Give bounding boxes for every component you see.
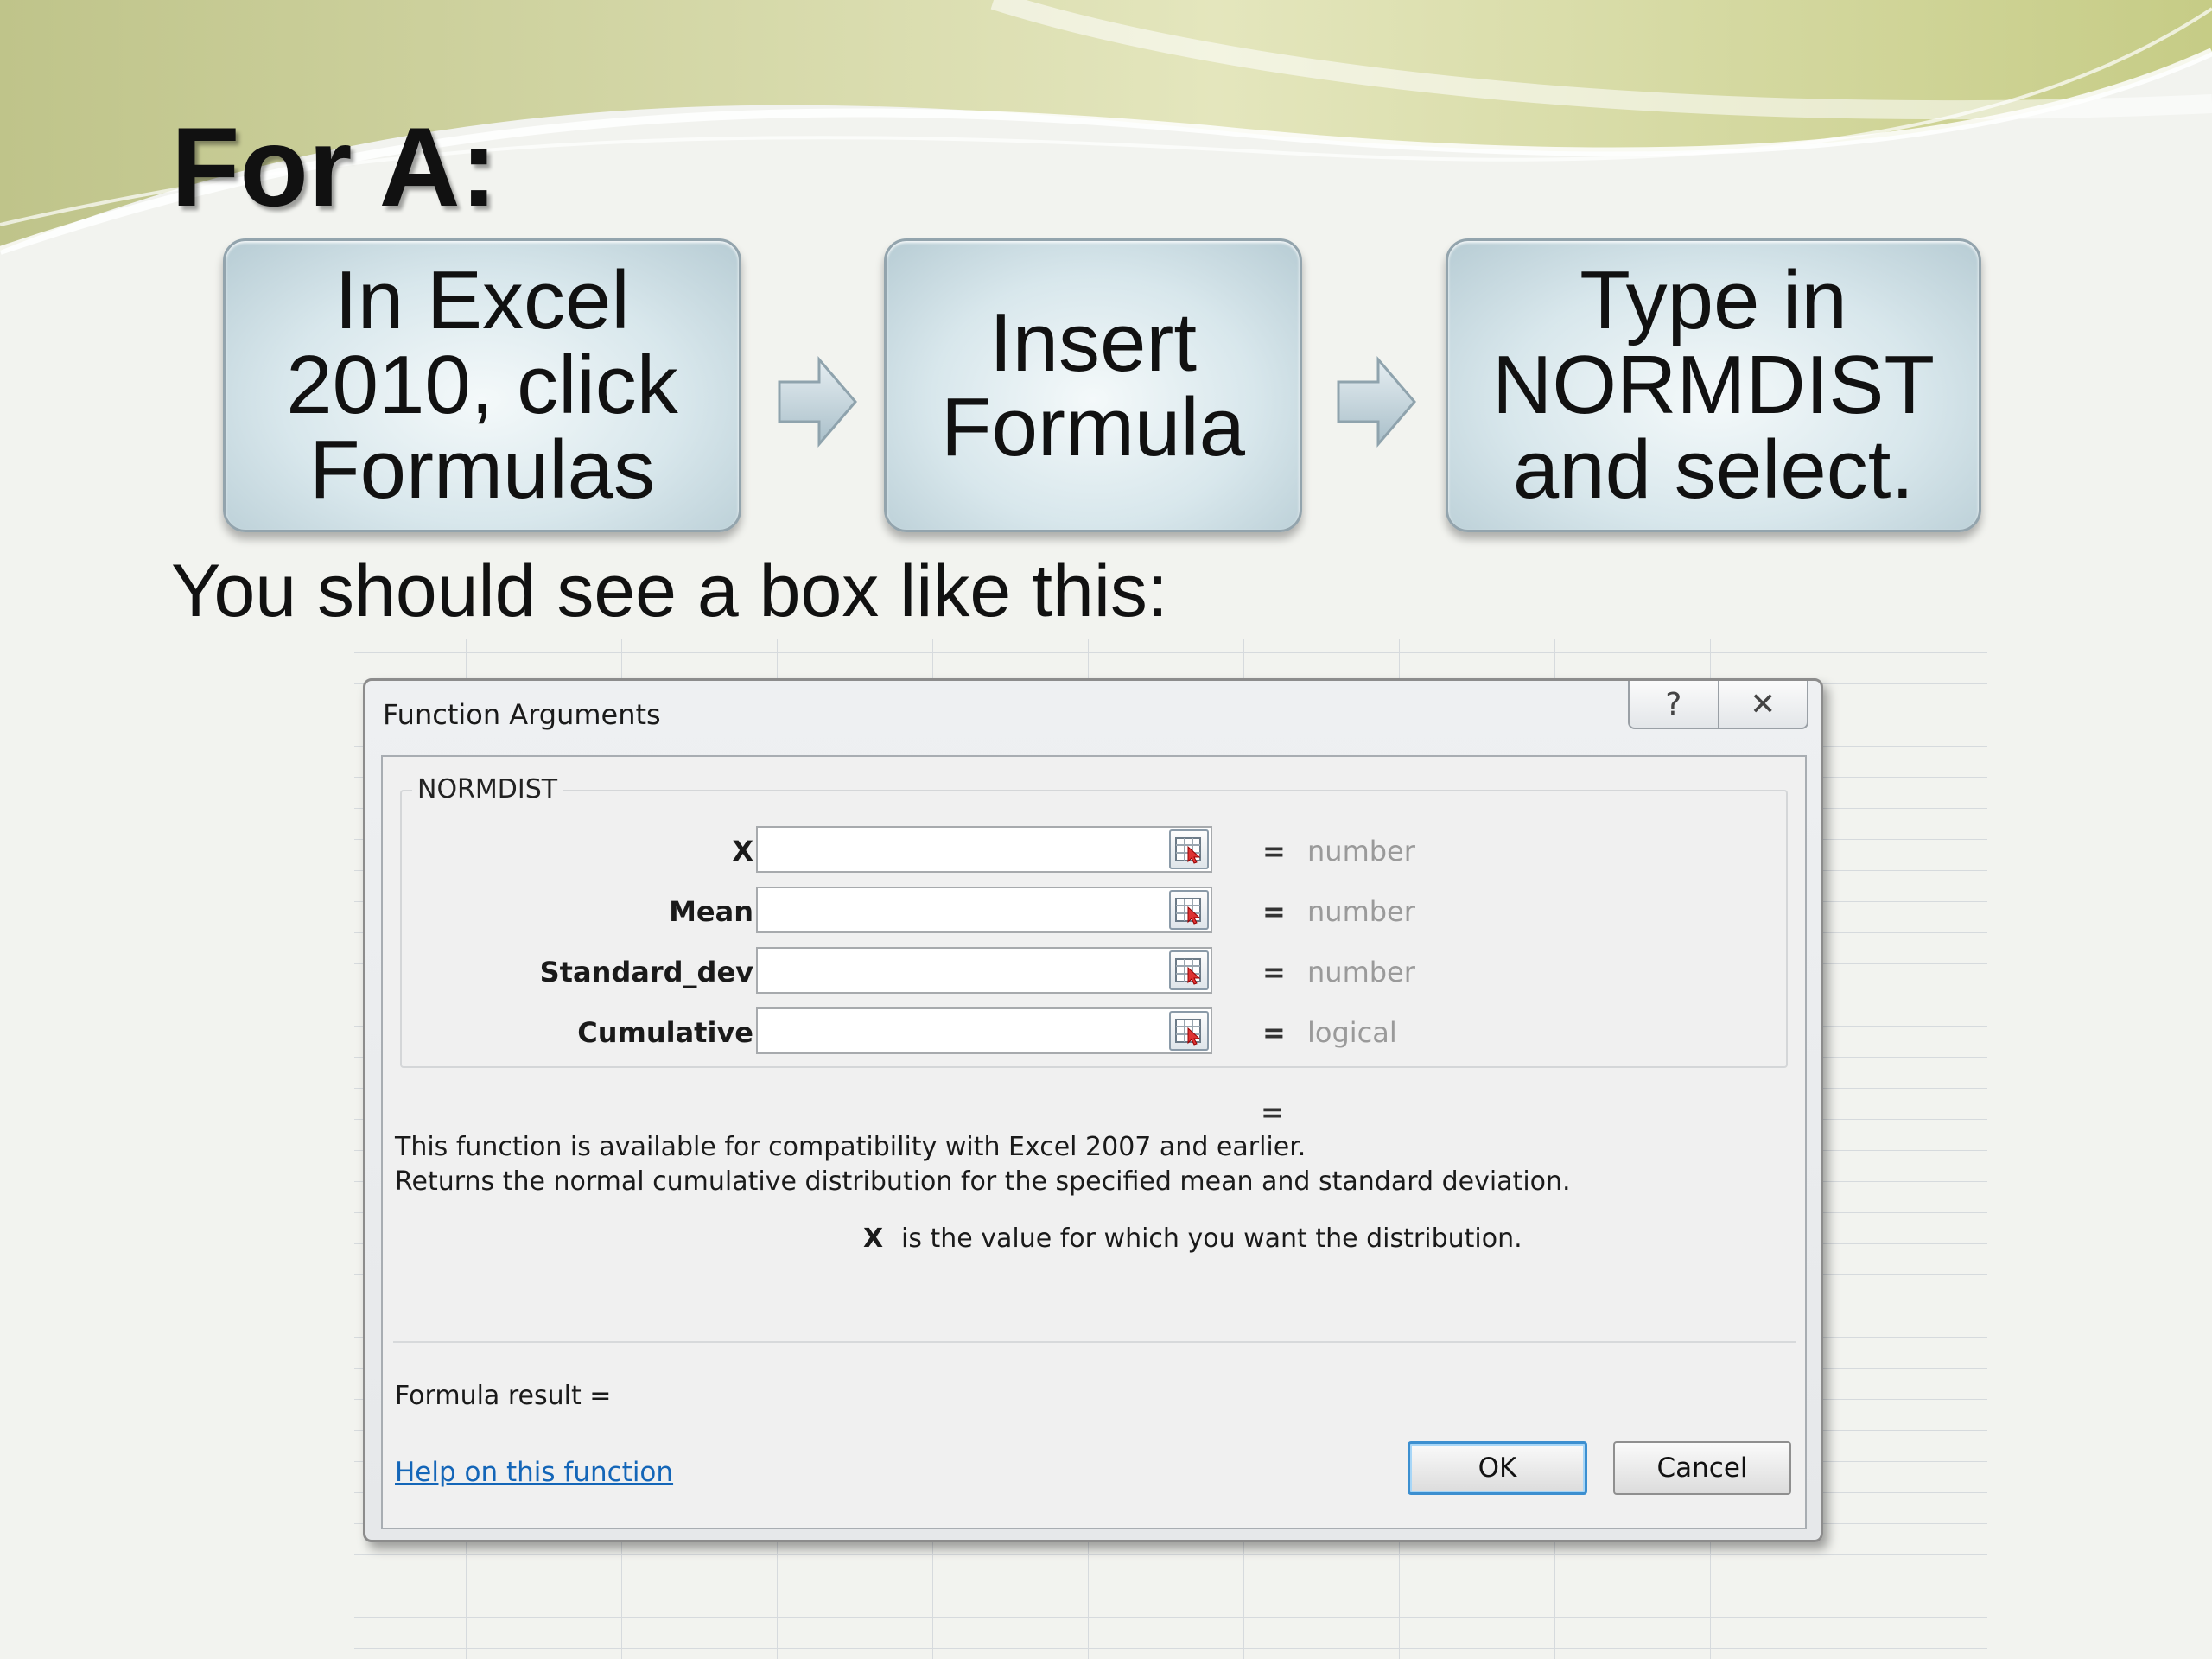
range-select-icon — [1175, 1019, 1201, 1046]
collapse-dialog-button[interactable] — [1169, 830, 1209, 869]
step-box-insert-formula: Insert Formula — [884, 238, 1302, 532]
function-arguments-dialog: Function Arguments ? ✕ NORMDIST X = numb… — [363, 678, 1823, 1542]
argument-type-hint: number — [1307, 956, 1415, 988]
dialog-title: Function Arguments — [383, 698, 661, 731]
standard-dev-input[interactable] — [756, 947, 1212, 994]
equals-sign: = — [1262, 835, 1286, 868]
mean-input[interactable] — [756, 887, 1212, 933]
right-arrow-icon — [778, 355, 857, 448]
equals-sign: = — [1262, 956, 1286, 988]
argument-label: X — [732, 835, 753, 868]
collapse-dialog-button[interactable] — [1169, 1011, 1209, 1051]
step-text-line: Insert — [988, 296, 1198, 389]
arguments-group: NORMDIST X = number Mean = number Standa… — [400, 774, 1788, 1068]
range-select-icon — [1175, 898, 1201, 925]
argument-type-hint: number — [1307, 895, 1415, 928]
step-text-line: In Excel — [334, 254, 630, 346]
close-button[interactable]: ✕ — [1717, 681, 1808, 728]
slide-title: For A: — [171, 104, 498, 230]
x-input[interactable] — [756, 826, 1212, 873]
argument-type-hint: number — [1307, 835, 1415, 868]
argument-help-name: X — [863, 1224, 884, 1254]
argument-type-hint: logical — [1307, 1016, 1397, 1049]
function-description: Returns the normal cumulative distributi… — [395, 1166, 1571, 1197]
step-text-line: Formulas — [308, 423, 656, 516]
function-description: This function is available for compatibi… — [395, 1132, 1306, 1162]
help-on-function-link[interactable]: Help on this function — [395, 1457, 673, 1488]
collapse-dialog-button[interactable] — [1169, 950, 1209, 990]
result-equals-sign: = — [1261, 1096, 1284, 1128]
step-text-line: Formula — [940, 381, 1246, 474]
close-icon: ✕ — [1750, 686, 1777, 722]
intro-text: You should see a box like this: — [171, 550, 1168, 632]
argument-row-x: X = number — [402, 826, 1786, 876]
help-button[interactable]: ? — [1630, 681, 1718, 728]
range-select-icon — [1175, 958, 1201, 985]
ok-button[interactable]: OK — [1408, 1441, 1587, 1495]
argument-label: Standard_dev — [539, 956, 753, 988]
step-box-type-normdist: Type in NORMDIST and select. — [1446, 238, 1981, 532]
dialog-body: NORMDIST X = number Mean = number Standa… — [381, 755, 1807, 1529]
step-box-excel-formulas: In Excel 2010, click Formulas — [223, 238, 741, 532]
equals-sign: = — [1262, 895, 1286, 928]
formula-result: Formula result = — [395, 1381, 612, 1411]
step-text-line: 2010, click — [286, 339, 678, 431]
divider — [393, 1341, 1796, 1343]
argument-row-cumulative: Cumulative = logical — [402, 1007, 1786, 1058]
right-arrow-icon — [1337, 355, 1416, 448]
step-text-line: and select. — [1512, 423, 1915, 516]
collapse-dialog-button[interactable] — [1169, 890, 1209, 930]
argument-label: Cumulative — [577, 1016, 753, 1049]
cancel-button[interactable]: Cancel — [1613, 1441, 1791, 1495]
equals-sign: = — [1262, 1016, 1286, 1049]
cumulative-input[interactable] — [756, 1007, 1212, 1054]
function-name: NORMDIST — [412, 774, 563, 804]
argument-label: Mean — [669, 895, 753, 928]
argument-row-mean: Mean = number — [402, 887, 1786, 937]
question-icon: ? — [1665, 686, 1682, 722]
step-text-line: Type in — [1580, 254, 1847, 346]
range-select-icon — [1175, 837, 1201, 864]
title-bar-buttons: ? ✕ — [1628, 681, 1808, 729]
step-text-line: NORMDIST — [1492, 339, 1935, 431]
argument-row-standard-dev: Standard_dev = number — [402, 947, 1786, 997]
argument-help-text: is the value for which you want the dist… — [901, 1224, 1522, 1254]
